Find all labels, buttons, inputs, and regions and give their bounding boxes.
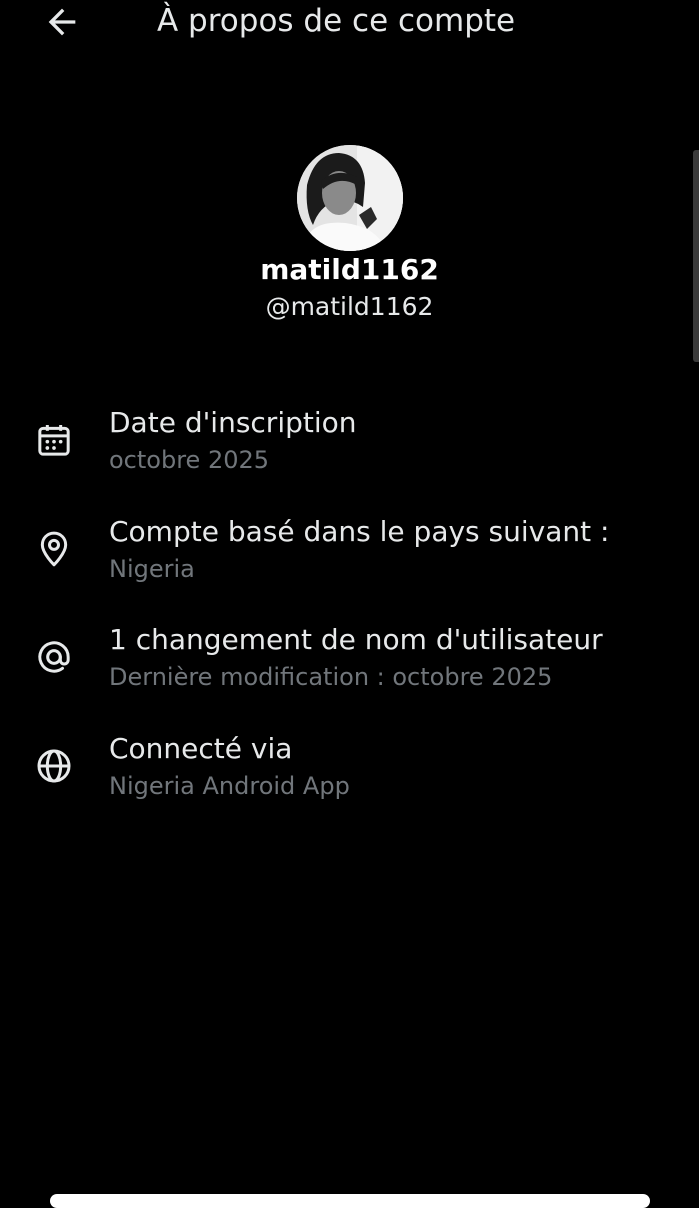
info-subtitle: Nigeria bbox=[109, 555, 195, 583]
arrow-left-icon bbox=[48, 8, 76, 36]
info-title: 1 changement de nom d'utilisateur bbox=[109, 623, 603, 656]
info-subtitle: Dernière modification : octobre 2025 bbox=[109, 663, 553, 691]
bottom-sheet-handle[interactable] bbox=[50, 1194, 650, 1208]
info-row-join-date: Date d'inscription octobre 2025 bbox=[0, 405, 699, 495]
avatar[interactable] bbox=[297, 145, 403, 251]
avatar-photo bbox=[297, 145, 403, 251]
info-row-username-changes: 1 changement de nom d'utilisateur Derniè… bbox=[0, 622, 699, 712]
at-sign-icon bbox=[33, 636, 75, 678]
calendar-icon bbox=[33, 419, 75, 461]
page-title: À propos de ce compte bbox=[157, 3, 516, 39]
info-title: Connecté via bbox=[109, 732, 293, 765]
info-row-country: Compte basé dans le pays suivant : Niger… bbox=[0, 514, 699, 604]
info-subtitle: octobre 2025 bbox=[109, 446, 270, 474]
location-pin-icon bbox=[33, 528, 75, 570]
info-row-connected-via: Connecté via Nigeria Android App bbox=[0, 731, 699, 821]
globe-icon bbox=[33, 745, 75, 787]
top-app-bar: À propos de ce compte bbox=[0, 0, 699, 50]
profile-name: matild1162 bbox=[260, 253, 439, 286]
info-title: Date d'inscription bbox=[109, 406, 357, 439]
profile-handle: @matild1162 bbox=[265, 292, 434, 321]
info-title: Compte basé dans le pays suivant : bbox=[109, 515, 610, 548]
back-button[interactable] bbox=[40, 2, 84, 42]
info-subtitle: Nigeria Android App bbox=[109, 772, 350, 800]
